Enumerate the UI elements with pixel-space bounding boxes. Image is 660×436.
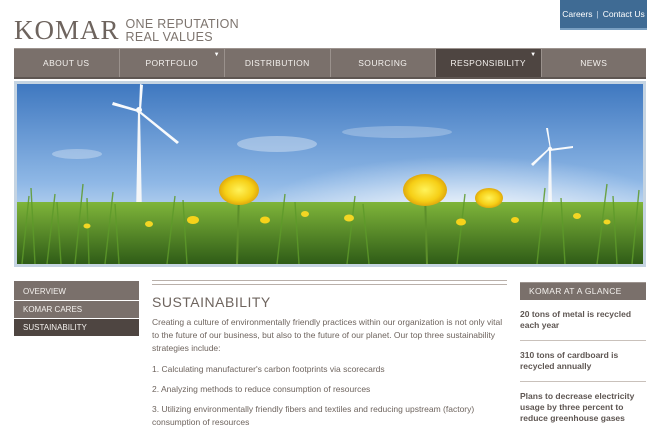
intro-paragraph: Creating a culture of environmentally fr… <box>152 317 503 353</box>
content-divider <box>152 280 507 285</box>
nav-label: PORTFOLIO <box>145 58 199 68</box>
tagline-line-2: REAL VALUES <box>125 30 213 44</box>
nav-label: NEWS <box>580 58 608 68</box>
utility-bar: Careers | Contact Us <box>560 0 647 30</box>
sidebar-item-label: OVERVIEW <box>23 287 66 296</box>
caret-down-icon: ▼ <box>213 52 220 58</box>
logo-tagline: ONE REPUTATION REAL VALUES <box>126 18 239 44</box>
sidebar-item-overview[interactable]: OVERVIEW <box>14 283 139 300</box>
glance-fact-1: 20 tons of metal is recycled each year <box>520 300 646 341</box>
sidebar-item-label: KOMAR CARES <box>23 305 83 314</box>
contact-us-link[interactable]: Contact Us <box>603 9 645 19</box>
strategy-item-1: 1. Calculating manufacturer's carbon foo… <box>152 364 385 374</box>
wind-turbines-dandelions-illustration <box>17 84 643 264</box>
nav-item-portfolio[interactable]: PORTFOLIO ▼ <box>120 49 225 77</box>
strategy-item-3: 3. Utilizing environmentally friendly fi… <box>152 404 475 427</box>
brand-logo[interactable]: KOMAR ONE REPUTATION REAL VALUES <box>14 16 239 44</box>
nav-item-distribution[interactable]: DISTRIBUTION <box>225 49 331 77</box>
main-nav: ABOUT US PORTFOLIO ▼ DISTRIBUTION SOURCI… <box>14 48 646 79</box>
at-a-glance-panel: KOMAR AT A GLANCE 20 tons of metal is re… <box>520 282 646 433</box>
nav-label: RESPONSIBILITY <box>450 58 526 68</box>
nav-item-about-us[interactable]: ABOUT US <box>14 49 120 77</box>
logo-wordmark: KOMAR <box>14 15 120 45</box>
utility-separator: | <box>596 9 599 19</box>
nav-item-responsibility[interactable]: RESPONSIBILITY ▼ <box>436 49 542 77</box>
nav-item-news[interactable]: NEWS <box>542 49 647 77</box>
caret-down-icon: ▼ <box>530 52 537 58</box>
glance-title: KOMAR AT A GLANCE <box>520 282 646 300</box>
hero-image <box>14 81 646 267</box>
page-title: SUSTAINABILITY <box>152 294 271 310</box>
careers-link[interactable]: Careers <box>562 9 592 19</box>
nav-label: DISTRIBUTION <box>244 58 310 68</box>
nav-label: SOURCING <box>358 58 408 68</box>
glance-fact-3: Plans to decrease electricity usage by t… <box>520 391 635 423</box>
sidebar-item-label: SUSTAINABILITY <box>23 323 87 332</box>
section-sidebar: OVERVIEW KOMAR CARES SUSTAINABILITY <box>14 281 139 337</box>
glance-fact-2: 310 tons of cardboard is recycled annual… <box>520 341 646 382</box>
nav-label: ABOUT US <box>43 58 90 68</box>
sidebar-item-sustainability[interactable]: SUSTAINABILITY <box>14 319 139 336</box>
main-content: SUSTAINABILITY Creating a culture of env… <box>152 280 507 436</box>
nav-item-sourcing[interactable]: SOURCING <box>331 49 436 77</box>
sidebar-item-komar-cares[interactable]: KOMAR CARES <box>14 301 139 318</box>
strategy-item-2: 2. Analyzing methods to reduce consumpti… <box>152 384 371 394</box>
